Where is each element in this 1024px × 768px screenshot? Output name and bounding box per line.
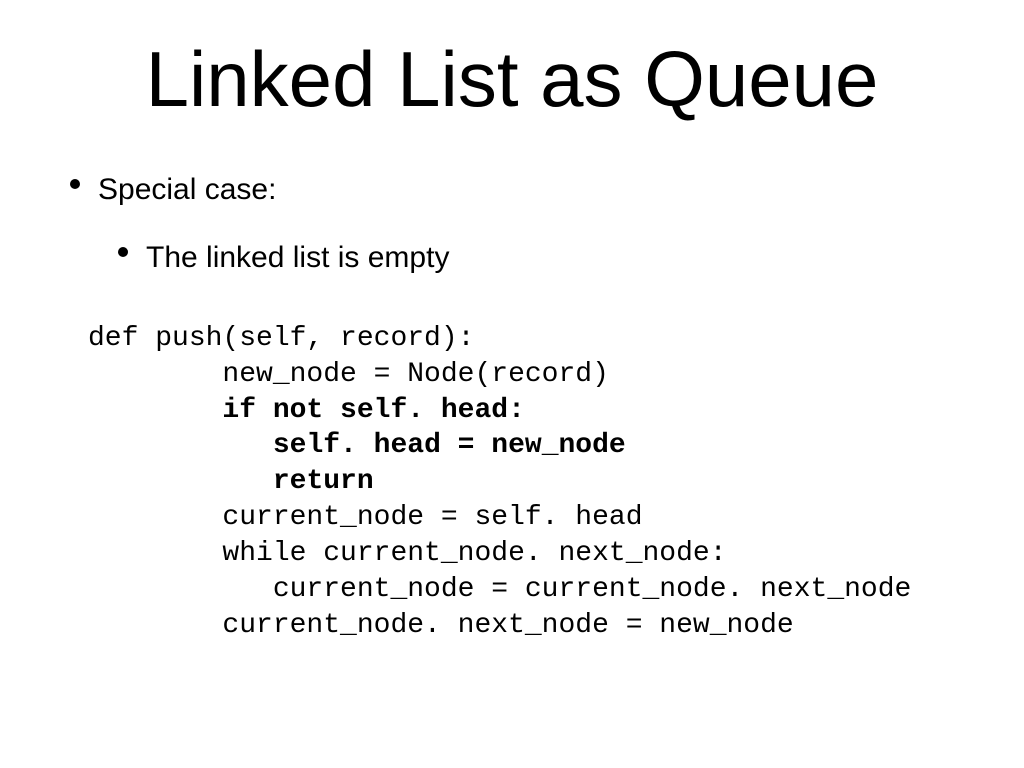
code-indent <box>88 466 273 497</box>
code-line: current_node. next_node = new_node <box>88 610 794 641</box>
code-line-bold: return <box>273 466 374 497</box>
slide-title: Linked List as Queue <box>0 0 1024 125</box>
code-block: def push(self, record): new_node = Node(… <box>88 321 1024 643</box>
bullet-text: The linked list is empty <box>146 241 449 275</box>
code-line: while current_node. next_node: <box>88 538 727 569</box>
bullet-dot-icon <box>118 247 128 257</box>
slide: Linked List as Queue Special case: The l… <box>0 0 1024 768</box>
bullet-dot-icon <box>70 179 80 189</box>
code-line-bold: if not self. head: <box>222 395 524 426</box>
code-indent <box>88 430 273 461</box>
code-line-bold: self. head = new_node <box>273 430 626 461</box>
code-line: current_node = current_node. next_node <box>88 574 911 605</box>
code-line: current_node = self. head <box>88 502 643 533</box>
code-indent <box>88 395 222 426</box>
bullet-text: Special case: <box>98 173 276 207</box>
bullet-level-1: Special case: <box>70 173 1024 207</box>
code-line: def push(self, record): <box>88 323 474 354</box>
bullet-list: Special case: The linked list is empty <box>70 173 1024 275</box>
bullet-level-2: The linked list is empty <box>118 241 1024 275</box>
code-line: new_node = Node(record) <box>88 359 609 390</box>
